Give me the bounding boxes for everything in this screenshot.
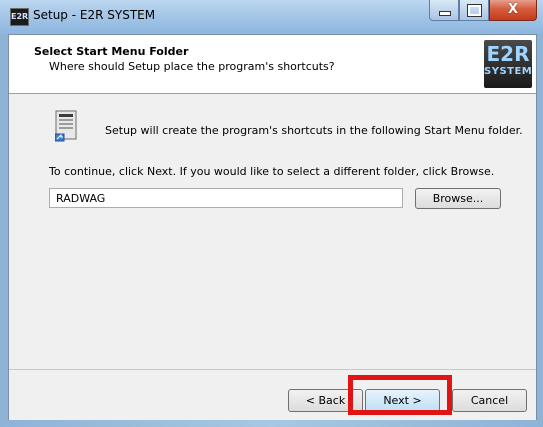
title-bar[interactable]: E2R Setup - E2R SYSTEM X [0, 0, 543, 34]
next-button-highlight [348, 375, 452, 415]
maximize-icon [467, 4, 482, 17]
wizard-footer: < Back Next > Cancel [9, 369, 536, 421]
close-icon: X [507, 2, 519, 17]
close-button[interactable]: X [489, 0, 537, 21]
minimize-button[interactable] [429, 0, 459, 21]
folder-shortcut-icon [55, 110, 77, 142]
wizard-header: Select Start Menu Folder Where should Se… [9, 35, 536, 94]
window-bottom-edge [0, 420, 543, 427]
window-controls: X [429, 0, 537, 22]
instruction-text: To continue, click Next. If you would li… [49, 165, 495, 178]
maximize-button[interactable] [459, 0, 489, 21]
page-subtitle: Where should Setup place the program's s… [49, 60, 335, 73]
setup-window: E2R Setup - E2R SYSTEM X Select Start Me… [0, 0, 543, 427]
wizard-client-area: Select Start Menu Folder Where should Se… [8, 34, 537, 421]
window-title: Setup - E2R SYSTEM [33, 8, 156, 22]
page-title: Select Start Menu Folder [34, 45, 189, 58]
minimize-icon [439, 11, 451, 16]
cancel-button[interactable]: Cancel [452, 389, 527, 412]
browse-button[interactable]: Browse... [415, 188, 501, 209]
wizard-body: Setup will create the program's shortcut… [9, 94, 536, 368]
logo-text-line1: E2R [486, 42, 530, 66]
app-icon: E2R [10, 8, 29, 26]
logo-text-line2: SYSTEM [484, 66, 533, 77]
info-text: Setup will create the program's shortcut… [105, 124, 523, 137]
e2r-logo: E2R SYSTEM [484, 40, 532, 88]
start-menu-folder-input[interactable] [49, 188, 403, 208]
